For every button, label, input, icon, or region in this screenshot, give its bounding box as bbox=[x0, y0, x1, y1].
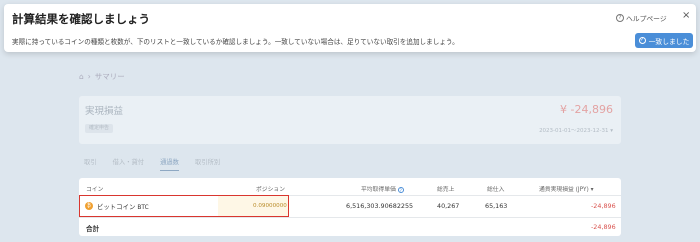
pnl-value: -24,896 bbox=[591, 202, 616, 210]
header-avg-price: 平均取得単価? bbox=[361, 184, 404, 193]
total-buy-value: 65,163 bbox=[485, 202, 508, 210]
header-total-buy: 総仕入 bbox=[487, 187, 505, 193]
home-icon[interactable]: ⌂ bbox=[79, 72, 84, 81]
confirm-match-button[interactable]: ✓ 一致しました bbox=[635, 33, 693, 48]
header-pnl[interactable]: 通貨実現損益 (JPY) ▾ bbox=[539, 184, 594, 193]
help-label: ヘルプページ bbox=[626, 15, 667, 23]
tab-exchange[interactable]: 取引所別 bbox=[195, 157, 220, 171]
question-icon: ? bbox=[616, 14, 624, 22]
highlight-box bbox=[79, 195, 289, 217]
check-icon: ✓ bbox=[638, 37, 646, 44]
date-range-selector[interactable]: 2023-01-01〜2023-12-31 ▾ bbox=[539, 126, 613, 134]
card-title: 実現損益 bbox=[85, 106, 124, 117]
total-pnl-value: -24,896 bbox=[591, 223, 616, 231]
breadcrumb-separator: › bbox=[87, 72, 91, 81]
total-label: 合計 bbox=[86, 225, 100, 233]
row-divider bbox=[79, 217, 621, 218]
info-icon[interactable]: ? bbox=[397, 186, 404, 193]
header-coin: コイン bbox=[86, 187, 104, 193]
help-link[interactable]: ? ヘルプページ bbox=[616, 13, 667, 23]
confirm-modal: 計算結果を確認しましょう 実際に持っているコインの種類と枚数が、下のリストと一致… bbox=[4, 4, 696, 52]
realized-pnl-card: 実現損益 確定申告 ¥ -24,896 2023-01-01〜2023-12-3… bbox=[79, 96, 621, 144]
confirm-label: 一致しました bbox=[648, 37, 690, 46]
card-badge: 確定申告 bbox=[85, 124, 113, 133]
header-total-sell: 総売上 bbox=[437, 187, 455, 193]
header-avg-price-label: 平均取得単価 bbox=[361, 187, 396, 193]
tab-lending[interactable]: 借入・貸付 bbox=[113, 157, 144, 171]
tab-currency[interactable]: 通過数 bbox=[160, 157, 179, 171]
breadcrumb: ⌂ › サマリー bbox=[79, 71, 125, 82]
modal-title: 計算結果を確認しましょう bbox=[12, 12, 150, 26]
card-amount: ¥ -24,896 bbox=[560, 103, 613, 116]
breadcrumb-summary[interactable]: サマリー bbox=[95, 71, 125, 82]
tab-bar: 取引 借入・貸付 通過数 取引所別 bbox=[84, 157, 220, 171]
close-icon[interactable]: × bbox=[682, 10, 690, 21]
tab-trades[interactable]: 取引 bbox=[84, 157, 97, 171]
header-position: ポジション bbox=[256, 187, 285, 193]
total-sell-value: 40,267 bbox=[437, 202, 460, 210]
avg-price-value: 6,516,303.90682255 bbox=[346, 202, 414, 210]
modal-description: 実際に持っているコインの種類と枚数が、下のリストと一致しているか確認しましょう。… bbox=[12, 38, 459, 46]
